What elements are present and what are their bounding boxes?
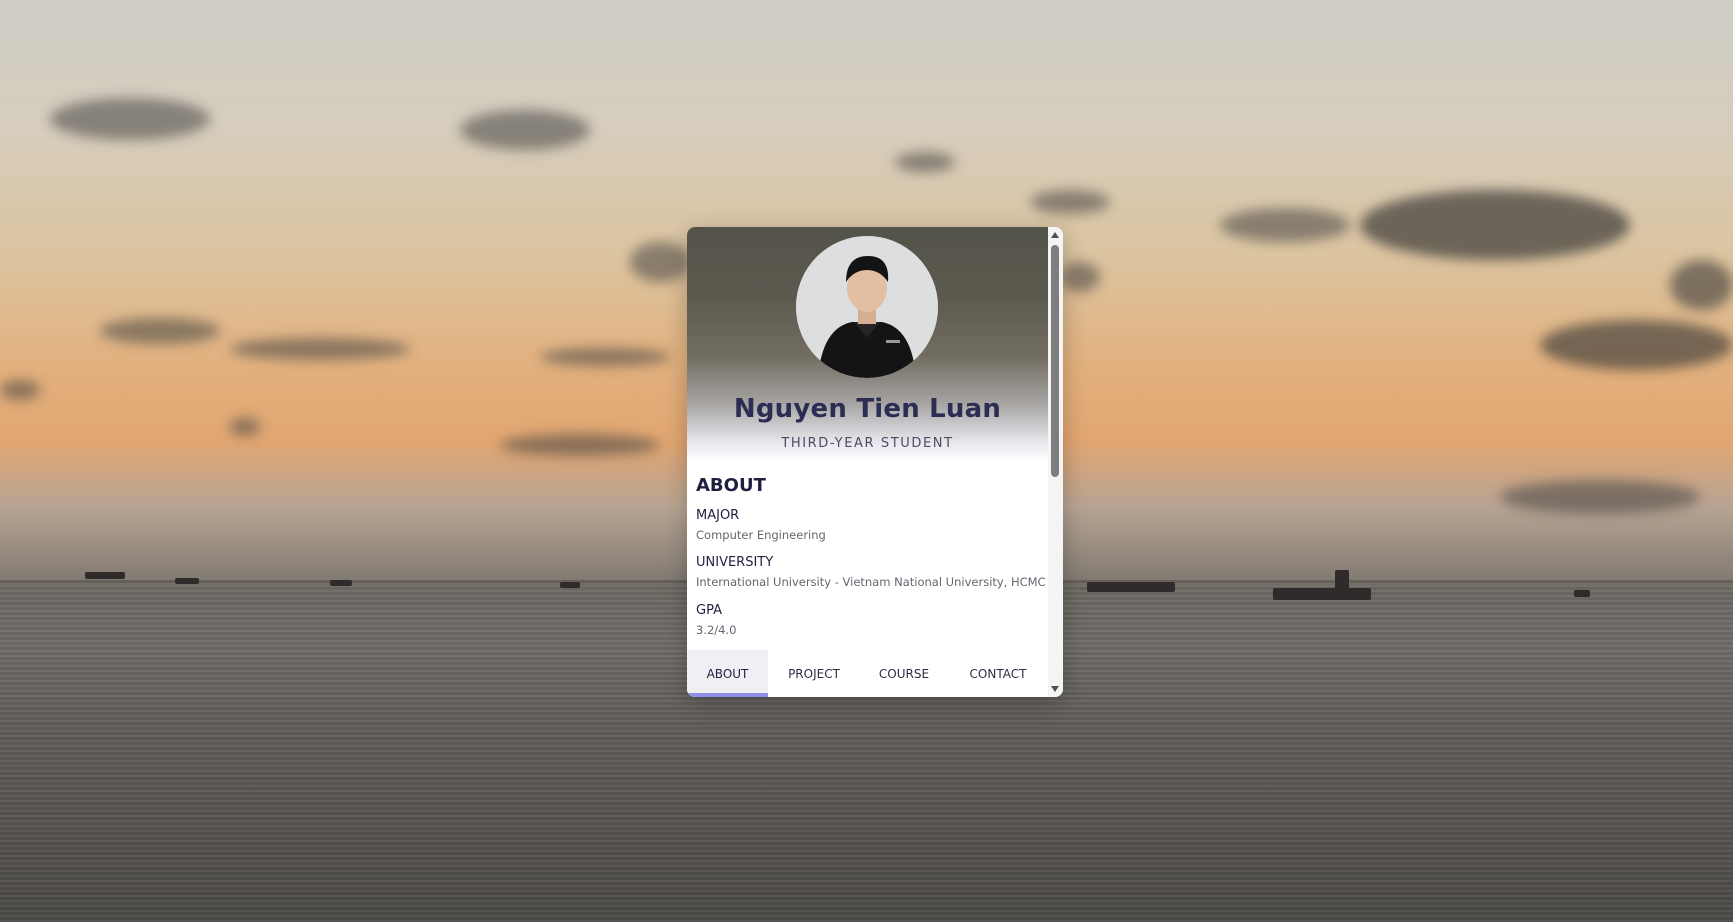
about-heading: ABOUT (696, 475, 766, 496)
ship (1087, 582, 1175, 592)
university-label: UNIVERSITY (696, 555, 774, 570)
tab-project[interactable]: PROJECT (768, 650, 860, 697)
cloud (1060, 262, 1100, 292)
cloud (50, 98, 210, 140)
cloud (1500, 480, 1700, 514)
ship (1574, 590, 1590, 597)
ship (175, 578, 199, 584)
ship (330, 580, 352, 586)
profile-avatar (796, 236, 938, 378)
scrollbar-thumb[interactable] (1051, 245, 1059, 477)
cloud (500, 434, 660, 456)
ship (1273, 588, 1371, 600)
gpa-label: GPA (696, 603, 722, 618)
tab-bar: ABOUT PROJECT COURSE CONTACT (687, 650, 1048, 697)
cloud (230, 338, 410, 360)
cloud (100, 318, 220, 344)
major-value: Computer Engineering (696, 528, 826, 542)
university-value: International University - Vietnam Natio… (696, 575, 1046, 589)
cloud (1030, 190, 1110, 214)
profile-scroll-area[interactable]: Nguyen Tien Luan THIRD-YEAR STUDENT ABOU… (687, 227, 1048, 697)
tab-course[interactable]: COURSE (860, 650, 948, 697)
profile-name: Nguyen Tien Luan (733, 394, 1002, 424)
cloud (460, 110, 590, 150)
profile-title: THIRD-YEAR STUDENT (781, 436, 954, 451)
ship (560, 582, 580, 588)
scroll-down-arrow-icon[interactable] (1051, 686, 1059, 692)
ship (1335, 570, 1349, 590)
tab-contact[interactable]: CONTACT (948, 650, 1048, 697)
scroll-up-arrow-icon[interactable] (1051, 232, 1059, 238)
cloud (230, 418, 260, 436)
ship (85, 572, 125, 579)
person-photo (796, 236, 938, 378)
cloud (1360, 190, 1630, 260)
cloud (630, 242, 690, 282)
cloud (1670, 260, 1733, 310)
vertical-scrollbar[interactable] (1048, 227, 1063, 697)
cloud (895, 152, 955, 172)
gpa-value: 3.2/4.0 (696, 623, 737, 637)
cloud (1220, 208, 1350, 242)
major-label: MAJOR (696, 508, 740, 523)
cloud (1540, 320, 1733, 370)
cloud (540, 348, 670, 366)
tab-about[interactable]: ABOUT (687, 650, 768, 697)
cloud (0, 380, 40, 400)
profile-card: Nguyen Tien Luan THIRD-YEAR STUDENT ABOU… (687, 227, 1063, 697)
